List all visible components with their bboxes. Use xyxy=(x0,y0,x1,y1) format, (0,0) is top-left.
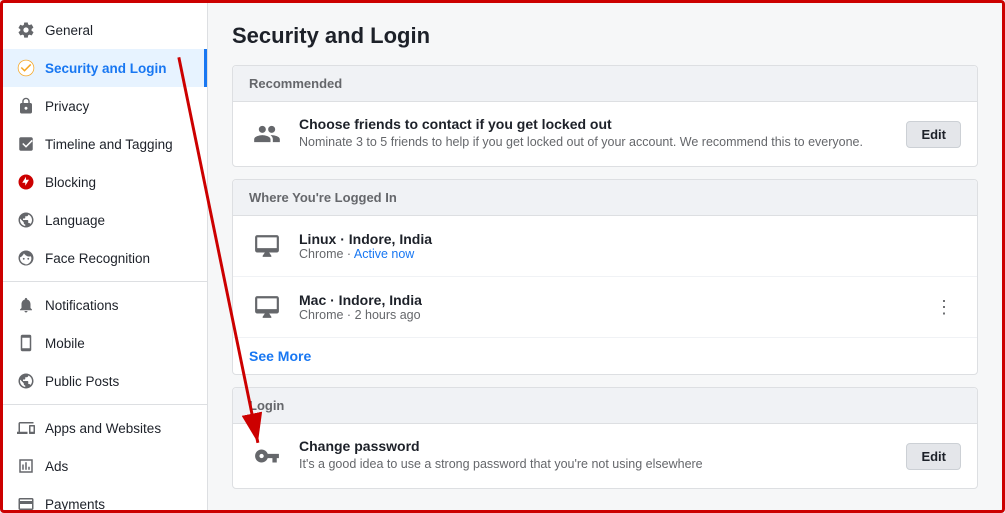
sidebar-item-label-face-recognition: Face Recognition xyxy=(45,251,150,266)
sidebar-item-public-posts[interactable]: Public Posts xyxy=(3,362,207,400)
sidebar-item-notifications[interactable]: Notifications xyxy=(3,286,207,324)
login-mac-device: Mac · Indore, India xyxy=(299,292,927,308)
login-linux-meta: Chrome · Active now xyxy=(299,247,961,261)
section-header-where-logged-in: Where You're Logged In xyxy=(233,180,977,216)
login-mac-meta: Chrome · 2 hours ago xyxy=(299,308,927,322)
trusted-contacts-content: Choose friends to contact if you get loc… xyxy=(299,116,894,152)
sidebar-item-label-general: General xyxy=(45,23,93,38)
notifications-icon xyxy=(15,294,37,316)
sidebar-item-mobile[interactable]: Mobile xyxy=(3,324,207,362)
section-header-recommended: Recommended xyxy=(233,66,977,102)
public-posts-icon xyxy=(15,370,37,392)
sidebar-item-label-timeline-tagging: Timeline and Tagging xyxy=(45,137,173,152)
sidebar-item-label-privacy: Privacy xyxy=(45,99,89,114)
page-title: Security and Login xyxy=(232,23,978,49)
sidebar-item-general[interactable]: General xyxy=(3,11,207,49)
section-recommended: Recommended Choose friends to contact if … xyxy=(232,65,978,167)
trusted-contacts-edit-button[interactable]: Edit xyxy=(906,121,961,148)
change-password-edit-button[interactable]: Edit xyxy=(906,443,961,470)
sidebar-item-face-recognition[interactable]: Face Recognition xyxy=(3,239,207,277)
sidebar-item-label-security-login: Security and Login xyxy=(45,61,167,76)
mobile-icon xyxy=(15,332,37,354)
sidebar-item-timeline-tagging[interactable]: Timeline and Tagging xyxy=(3,125,207,163)
sidebar-item-label-mobile: Mobile xyxy=(45,336,85,351)
login-entry-login-mac: Mac · Indore, IndiaChrome · 2 hours ago⋮ xyxy=(233,277,977,338)
security-login-icon xyxy=(15,57,37,79)
active-now-badge: Active now xyxy=(354,247,414,261)
blocking-icon xyxy=(15,171,37,193)
sidebar-item-label-notifications: Notifications xyxy=(45,298,119,313)
change-password-action: Edit xyxy=(906,443,961,470)
login-mac-more-button[interactable]: ⋮ xyxy=(927,293,961,322)
sidebar-divider xyxy=(3,281,207,282)
app-window: General Security and Login Privacy Timeline… xyxy=(0,0,1005,513)
section-item-trusted-contacts: Choose friends to contact if you get loc… xyxy=(233,102,977,166)
sidebar-divider-2 xyxy=(3,404,207,405)
sidebar-item-label-blocking: Blocking xyxy=(45,175,96,190)
trusted-contacts-desc: Nominate 3 to 5 friends to help if you g… xyxy=(299,134,894,152)
sidebar-item-payments[interactable]: Payments xyxy=(3,485,207,510)
sidebar-item-label-payments: Payments xyxy=(45,497,105,511)
timeline-tagging-icon xyxy=(15,133,37,155)
sidebar-item-privacy[interactable]: Privacy xyxy=(3,87,207,125)
change-password-content: Change password It's a good idea to use a… xyxy=(299,438,894,474)
see-more-row: See More xyxy=(233,338,977,374)
sidebar-item-label-language: Language xyxy=(45,213,105,228)
login-linux-icon xyxy=(249,228,285,264)
trusted-contacts-action: Edit xyxy=(906,121,961,148)
section-where-logged-in: Where You're Logged In Linux · Indore, In… xyxy=(232,179,978,375)
login-linux-device: Linux · Indore, India xyxy=(299,231,961,247)
change-password-title: Change password xyxy=(299,438,894,454)
sidebar-item-apps-websites[interactable]: Apps and Websites xyxy=(3,409,207,447)
login-mac-info: Mac · Indore, IndiaChrome · 2 hours ago xyxy=(299,292,927,322)
sidebar-item-security-login[interactable]: Security and Login xyxy=(3,49,207,87)
see-more-link[interactable]: See More xyxy=(249,348,311,364)
sidebar-item-label-apps-websites: Apps and Websites xyxy=(45,421,161,436)
trusted-contacts-title: Choose friends to contact if you get loc… xyxy=(299,116,894,132)
payments-icon xyxy=(15,493,37,510)
login-linux-info: Linux · Indore, IndiaChrome · Active now xyxy=(299,231,961,261)
sidebar: General Security and Login Privacy Timeline… xyxy=(3,3,208,510)
trusted-contacts-icon xyxy=(249,116,285,152)
section-login-section: Login Change password It's a good idea to … xyxy=(232,387,978,489)
general-icon xyxy=(15,19,37,41)
change-password-icon xyxy=(249,438,285,474)
sidebar-item-ads[interactable]: Ads xyxy=(3,447,207,485)
main-content: Security and Login Recommended Choose fri… xyxy=(208,3,1002,510)
login-entry-login-linux: Linux · Indore, IndiaChrome · Active now xyxy=(233,216,977,277)
sidebar-item-blocking[interactable]: Blocking xyxy=(3,163,207,201)
sidebar-item-language[interactable]: Language xyxy=(3,201,207,239)
sidebar-item-label-public-posts: Public Posts xyxy=(45,374,119,389)
sidebar-item-label-ads: Ads xyxy=(45,459,68,474)
change-password-desc: It's a good idea to use a strong passwor… xyxy=(299,456,894,474)
face-recognition-icon xyxy=(15,247,37,269)
language-icon xyxy=(15,209,37,231)
login-mac-icon xyxy=(249,289,285,325)
section-header-login-section: Login xyxy=(233,388,977,424)
section-item-change-password: Change password It's a good idea to use a… xyxy=(233,424,977,488)
privacy-icon xyxy=(15,95,37,117)
ads-icon xyxy=(15,455,37,477)
apps-websites-icon xyxy=(15,417,37,439)
